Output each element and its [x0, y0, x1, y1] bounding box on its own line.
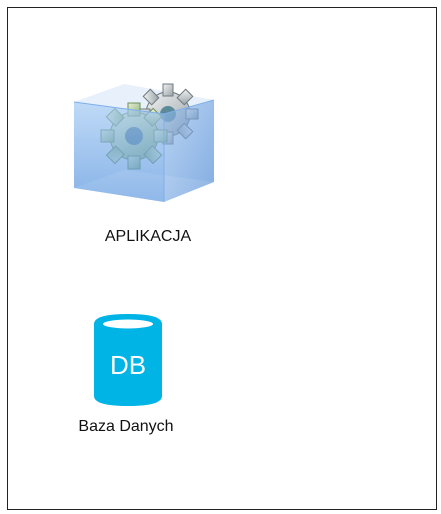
diagram-canvas: APLIKACJA DB Baza Danych [7, 7, 437, 510]
application-label: APLIKACJA [104, 228, 192, 245]
database-label: Baza Danych [78, 418, 174, 435]
database-cylinder-icon: DB [94, 314, 162, 406]
db-icon-text: DB [110, 350, 146, 380]
gears-box-icon [73, 83, 215, 202]
